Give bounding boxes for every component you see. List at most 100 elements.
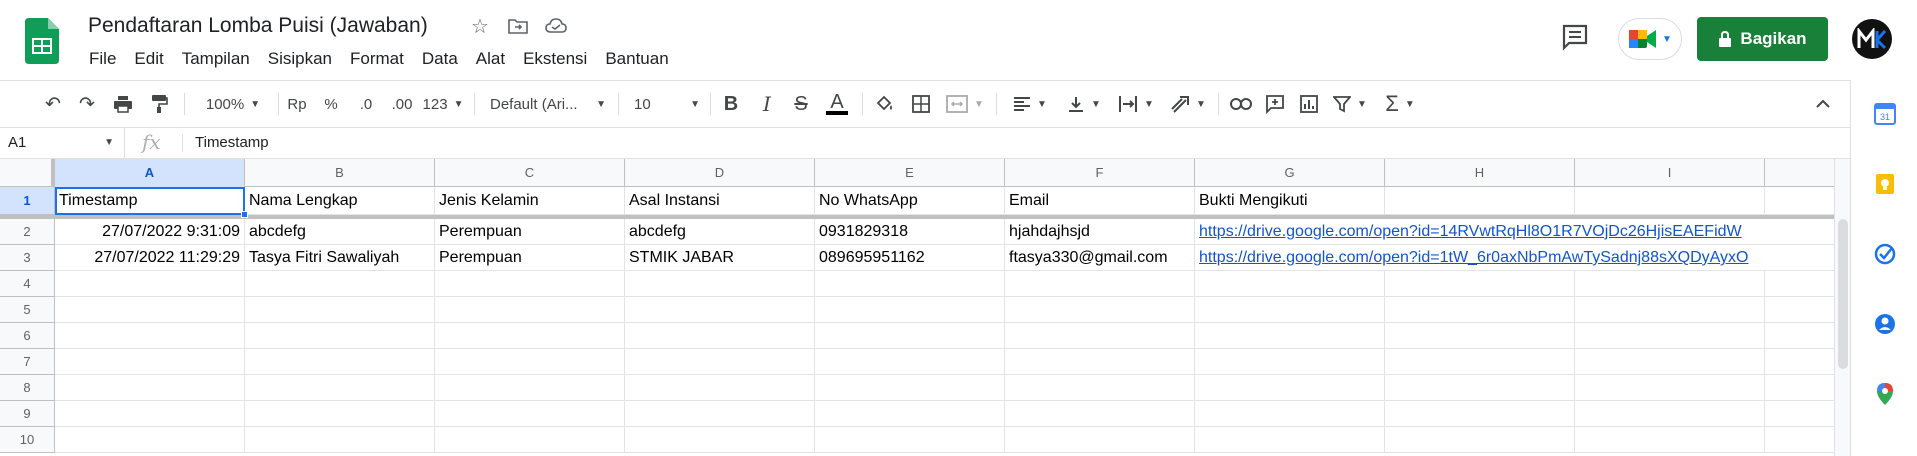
redo-icon[interactable]: ↷ xyxy=(72,89,102,119)
column-header-e[interactable]: E xyxy=(815,159,1005,187)
cell-d1[interactable]: Asal Instansi xyxy=(625,187,815,215)
row-header[interactable]: 4 xyxy=(0,271,55,297)
empty-cell[interactable] xyxy=(1765,271,1834,297)
empty-cell[interactable] xyxy=(245,271,435,297)
empty-cell[interactable] xyxy=(435,323,625,349)
fill-handle[interactable] xyxy=(241,211,248,218)
calendar-icon[interactable]: 31 xyxy=(1873,102,1897,126)
cell-f1[interactable]: Email xyxy=(1005,187,1195,215)
empty-cell[interactable] xyxy=(1195,349,1385,375)
empty-cell[interactable] xyxy=(245,427,435,453)
empty-cell[interactable] xyxy=(55,323,245,349)
row-header[interactable]: 10 xyxy=(0,427,55,453)
row-header[interactable]: 9 xyxy=(0,401,55,427)
empty-cell[interactable] xyxy=(1195,427,1385,453)
empty-cell[interactable] xyxy=(1195,401,1385,427)
empty-cell[interactable] xyxy=(1005,401,1195,427)
empty-cell[interactable] xyxy=(815,271,1005,297)
empty-cell[interactable] xyxy=(625,297,815,323)
empty-cell[interactable] xyxy=(1765,297,1834,323)
cell-c2[interactable]: Perempuan xyxy=(435,219,625,245)
cell-a3[interactable]: 27/07/2022 11:29:29 xyxy=(55,245,245,271)
empty-cell[interactable] xyxy=(815,427,1005,453)
empty-cell[interactable] xyxy=(245,349,435,375)
cloud-status-icon[interactable] xyxy=(544,14,568,38)
zoom-select[interactable]: 100% ▼ xyxy=(200,89,266,119)
insert-link-icon[interactable] xyxy=(1226,89,1256,119)
empty-cell[interactable] xyxy=(625,271,815,297)
document-title[interactable]: Pendaftaran Lomba Puisi (Jawaban) xyxy=(88,14,428,38)
empty-cell[interactable] xyxy=(435,349,625,375)
empty-cell[interactable] xyxy=(55,271,245,297)
menu-format[interactable]: Format xyxy=(341,48,413,70)
empty-cell[interactable] xyxy=(1385,323,1575,349)
empty-cell[interactable] xyxy=(1385,349,1575,375)
empty-cell[interactable] xyxy=(435,297,625,323)
empty-cell[interactable] xyxy=(625,375,815,401)
empty-cell[interactable] xyxy=(1765,323,1834,349)
empty-cell[interactable] xyxy=(1765,187,1834,215)
empty-cell[interactable] xyxy=(625,401,815,427)
font-size-select[interactable]: 10 ▼ xyxy=(634,89,700,119)
tasks-icon[interactable] xyxy=(1873,242,1897,266)
row-header[interactable]: 6 xyxy=(0,323,55,349)
empty-cell[interactable] xyxy=(245,375,435,401)
empty-cell[interactable] xyxy=(1765,349,1834,375)
number-format-select[interactable]: 123 ▼ xyxy=(422,89,464,119)
menu-help[interactable]: Bantuan xyxy=(596,48,677,70)
cell-e1[interactable]: No WhatsApp xyxy=(815,187,1005,215)
star-icon[interactable]: ☆ xyxy=(468,14,492,38)
italic-button[interactable]: I xyxy=(752,89,782,119)
empty-cell[interactable] xyxy=(1575,271,1765,297)
cell-e3[interactable]: 089695951162 xyxy=(815,245,1005,271)
bold-button[interactable]: B xyxy=(716,89,746,119)
empty-cell[interactable] xyxy=(55,401,245,427)
row-header[interactable]: 8 xyxy=(0,375,55,401)
insert-chart-icon[interactable] xyxy=(1294,89,1324,119)
row-header[interactable]: 1 xyxy=(0,187,55,215)
empty-cell[interactable] xyxy=(1385,187,1575,215)
column-header-g[interactable]: G xyxy=(1195,159,1385,187)
empty-cell[interactable] xyxy=(1005,427,1195,453)
cell-c3[interactable]: Perempuan xyxy=(435,245,625,271)
empty-cell[interactable] xyxy=(55,427,245,453)
filter-icon[interactable]: ▼ xyxy=(1328,89,1372,119)
avatar[interactable] xyxy=(1852,19,1892,59)
empty-cell[interactable] xyxy=(1575,187,1765,215)
insert-comment-icon[interactable] xyxy=(1260,89,1290,119)
vertical-align-icon[interactable]: ▼ xyxy=(1062,89,1106,119)
column-header-h[interactable]: H xyxy=(1385,159,1575,187)
cell-g2-link[interactable]: https://drive.google.com/open?id=14RVwtR… xyxy=(1195,219,1834,245)
empty-cell[interactable] xyxy=(1385,427,1575,453)
menu-insert[interactable]: Sisipkan xyxy=(259,48,341,70)
empty-cell[interactable] xyxy=(435,271,625,297)
move-folder-icon[interactable] xyxy=(506,14,530,38)
column-header-f[interactable]: F xyxy=(1005,159,1195,187)
collapse-toolbar-icon[interactable] xyxy=(1808,89,1838,119)
menu-data[interactable]: Data xyxy=(413,48,467,70)
empty-cell[interactable] xyxy=(1385,401,1575,427)
row-header[interactable]: 3 xyxy=(0,245,55,271)
column-header-b[interactable]: B xyxy=(245,159,435,187)
empty-cell[interactable] xyxy=(1765,375,1834,401)
empty-cell[interactable] xyxy=(1575,297,1765,323)
empty-cell[interactable] xyxy=(1195,323,1385,349)
empty-cell[interactable] xyxy=(1005,323,1195,349)
empty-cell[interactable] xyxy=(1195,297,1385,323)
cell-e2[interactable]: 0931829318 xyxy=(815,219,1005,245)
row-header[interactable]: 5 xyxy=(0,297,55,323)
functions-icon[interactable]: Σ ▼ xyxy=(1378,89,1422,119)
fill-color-icon[interactable] xyxy=(870,89,900,119)
name-box[interactable]: A1 ▼ xyxy=(0,128,125,158)
cell-g3-link[interactable]: https://drive.google.com/open?id=1tW_6r0… xyxy=(1195,245,1834,271)
empty-cell[interactable] xyxy=(435,401,625,427)
row-header[interactable]: 7 xyxy=(0,349,55,375)
keep-icon[interactable] xyxy=(1873,172,1897,196)
vertical-scrollbar[interactable] xyxy=(1834,159,1850,456)
empty-cell[interactable] xyxy=(435,427,625,453)
text-rotation-icon[interactable]: ▼ xyxy=(1166,89,1210,119)
increase-decimal-button[interactable]: .00 xyxy=(386,89,418,119)
column-header-c[interactable]: C xyxy=(435,159,625,187)
empty-cell[interactable] xyxy=(55,297,245,323)
empty-cell[interactable] xyxy=(1005,297,1195,323)
